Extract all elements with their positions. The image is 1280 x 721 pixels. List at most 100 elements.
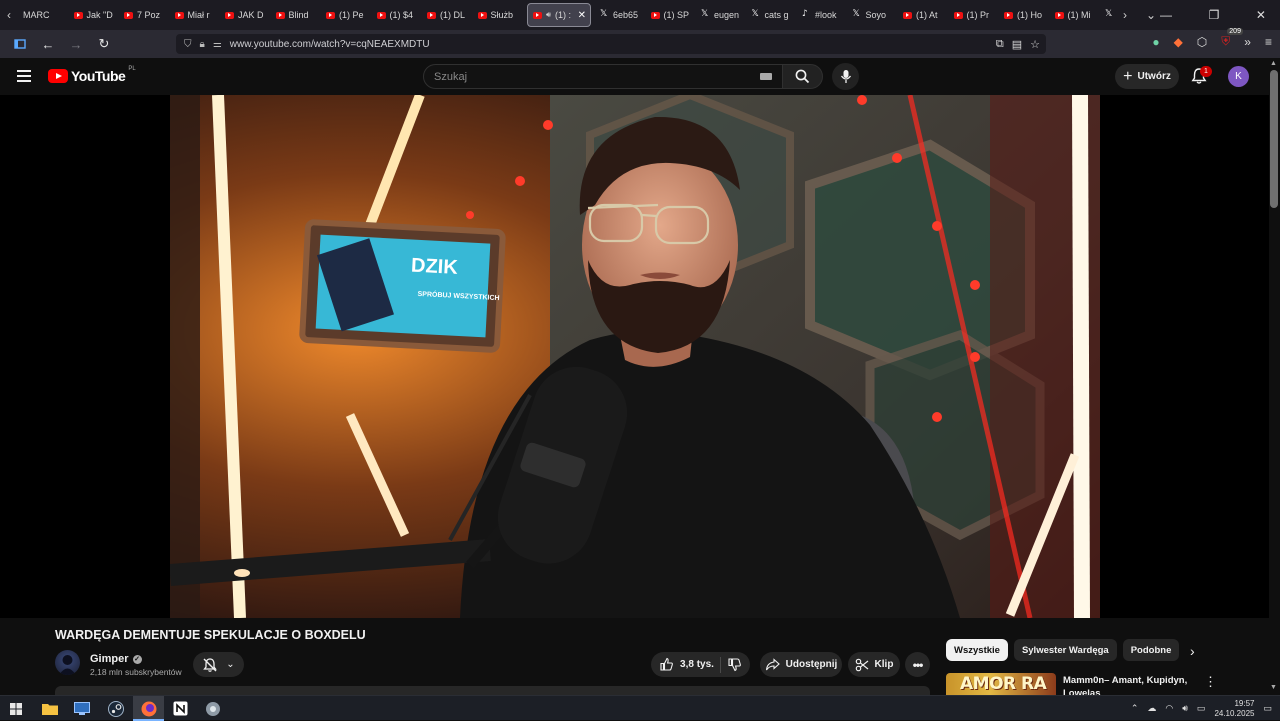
browser-tab[interactable]: Miał r (170, 3, 221, 27)
youtube-favicon-icon (533, 11, 542, 19)
volume-icon[interactable]: 🔊︎ (1182, 703, 1188, 714)
browser-tab[interactable]: (1) Ho (999, 3, 1050, 27)
browser-tab[interactable]: (1) SP (646, 3, 697, 27)
channel-name[interactable]: Gimper (90, 653, 129, 665)
tab-audio-icon[interactable]: 🔊︎ (546, 10, 551, 20)
browser-tab-active[interactable]: 🔊︎ (1) : ✕ (527, 3, 591, 27)
overflow-menu-icon[interactable]: » (1244, 35, 1251, 49)
notification-center-icon[interactable]: ▭ (1263, 703, 1272, 714)
x-favicon-icon (752, 9, 761, 20)
browser-tab[interactable]: MARC (18, 3, 69, 27)
shield-icon[interactable]: ⛉ (184, 39, 192, 50)
browser-tab[interactable]: (1) DL (422, 3, 473, 27)
youtube-favicon-icon (427, 11, 436, 19)
more-actions-button[interactable]: ••• (905, 652, 930, 677)
browser-tab[interactable]: eugen (696, 3, 747, 27)
bookmark-star-icon[interactable]: ☆ (1030, 38, 1040, 51)
filter-chip[interactable]: Sylwester Wardęga (1013, 639, 1117, 661)
create-button[interactable]: + Utwórz (1115, 64, 1179, 89)
tray-overflow-icon[interactable]: ⌃ (1131, 703, 1139, 714)
thumbs-down-icon[interactable] (727, 657, 742, 672)
forward-icon[interactable]: → (64, 32, 88, 56)
tab-label: (1) $4 (389, 10, 414, 20)
browser-tab[interactable]: (1) $4 (372, 3, 423, 27)
chips-next-icon[interactable]: › (1190, 643, 1195, 659)
thumbnail-text: AMOR RA (960, 674, 1047, 694)
search-button[interactable] (782, 64, 823, 89)
guide-menu-icon[interactable] (17, 70, 31, 82)
tabs-scroll-left-icon[interactable]: ‹ (0, 0, 18, 30)
network-icon[interactable]: ▭ (1197, 703, 1206, 714)
browser-tab[interactable]: (1) Pe (321, 3, 372, 27)
url-text[interactable]: www.youtube.com/watch?v=cqNEAEXMDTU (230, 39, 430, 50)
reader-view-icon[interactable]: ▤ (1012, 38, 1022, 51)
browser-tab[interactable]: #look (797, 3, 848, 27)
channel-avatar[interactable] (55, 650, 80, 675)
keyboard-icon[interactable] (760, 73, 772, 80)
restore-icon[interactable]: ❐ (1209, 8, 1220, 22)
start-windows-icon[interactable] (6, 699, 25, 718)
notion-icon[interactable] (171, 699, 190, 718)
tabs-scroll-right-icon[interactable]: › (1116, 0, 1134, 30)
picture-in-picture-icon[interactable]: ⧉ (996, 38, 1004, 51)
browser-tab[interactable]: Blind (271, 3, 322, 27)
close-window-icon[interactable]: ✕ (1256, 8, 1266, 22)
video-player[interactable]: DZIK SPRÓBUJ WSZYSTKICH (170, 95, 1100, 618)
browser-tab[interactable]: (1) Pr (949, 3, 1000, 27)
tab-list-dropdown-icon[interactable]: ⌄ (1142, 0, 1160, 30)
scroll-down-icon[interactable]: ▼ (1270, 684, 1277, 691)
browser-tab[interactable]: Służb (473, 3, 524, 27)
description-box[interactable] (55, 686, 930, 695)
share-button[interactable]: Udostępnij (760, 652, 842, 677)
browser-tab[interactable]: 6eb65 (595, 3, 646, 27)
filter-chip[interactable]: Podobne (1122, 639, 1180, 661)
game-app-icon[interactable] (203, 699, 222, 718)
file-explorer-icon[interactable] (40, 699, 59, 718)
onedrive-cloud-icon[interactable]: ☁ (1147, 703, 1156, 714)
firefox-icon[interactable] (139, 699, 158, 718)
like-count[interactable]: 3,8 tys. (680, 659, 714, 670)
extension-globe-icon[interactable]: ● (1152, 35, 1159, 49)
subscribed-button[interactable]: ⌄ (193, 652, 244, 677)
video-title: WARDĘGA DEMENTUJE SPEKULACJE O BOXDELU (55, 628, 366, 642)
thumbs-up-icon[interactable] (659, 657, 674, 672)
youtube-favicon-icon (275, 11, 285, 19)
url-bar[interactable]: ⛉ 🔒︎ ⚌ www.youtube.com/watch?v=cqNEAEXMD… (176, 34, 1046, 54)
browser-tab[interactable]: 7 Poz (119, 3, 170, 27)
channel-name-row[interactable]: Gimper ✓ (90, 653, 142, 665)
browser-tab[interactable]: (1) At (898, 3, 949, 27)
sidebar-toggle-icon[interactable] (8, 32, 32, 56)
extension-shield-icon[interactable]: ⛨ 209 (1221, 28, 1243, 49)
wifi-icon[interactable]: ◠ (1165, 703, 1173, 714)
browser-tab[interactable]: (1) Mi (1050, 3, 1101, 27)
extensions-icon[interactable]: ⬡ (1197, 35, 1207, 49)
tab-close-icon[interactable]: ✕ (578, 10, 586, 21)
youtube-logo[interactable]: YouTube PL (48, 66, 136, 84)
extension-fox-icon[interactable]: ◆ (1174, 35, 1183, 49)
monitor-app-icon[interactable] (72, 699, 91, 718)
filter-chip[interactable]: Wszystkie (946, 639, 1008, 661)
voice-search-button[interactable] (832, 63, 859, 90)
minimize-icon[interactable]: — (1160, 8, 1172, 22)
app-menu-icon[interactable]: ≡ (1265, 35, 1272, 49)
browser-tab[interactable]: Soyo (848, 3, 899, 27)
scrollbar-thumb[interactable] (1270, 70, 1278, 208)
browser-tab[interactable]: JAK D (220, 3, 271, 27)
search-input[interactable]: Szukaj (423, 64, 783, 89)
taskbar-clock[interactable]: 19:57 24.10.2025 (1214, 699, 1254, 719)
scroll-up-icon[interactable]: ▲ (1270, 60, 1277, 67)
browser-tab[interactable]: Min (1100, 3, 1116, 27)
browser-tab[interactable]: cats g (747, 3, 798, 27)
youtube-favicon-icon (1004, 11, 1013, 19)
recommendation-more-icon[interactable]: ⋮ (1204, 674, 1217, 690)
clip-button[interactable]: Klip (848, 652, 900, 677)
back-icon[interactable]: ← (36, 32, 60, 56)
reload-icon[interactable]: ↻ (92, 32, 116, 56)
account-avatar[interactable]: K (1228, 66, 1249, 87)
lock-icon[interactable]: 🔒︎ (200, 39, 205, 50)
permissions-icon[interactable]: ⚌ (213, 39, 222, 50)
recommendation-thumbnail[interactable]: AMOR RA (946, 673, 1056, 695)
recommendation-title[interactable]: Mamm0n– Amant, Kupidyn, Lowelas (1063, 674, 1193, 695)
steam-icon[interactable] (106, 699, 125, 718)
browser-tab[interactable]: Jak "D (69, 3, 120, 27)
